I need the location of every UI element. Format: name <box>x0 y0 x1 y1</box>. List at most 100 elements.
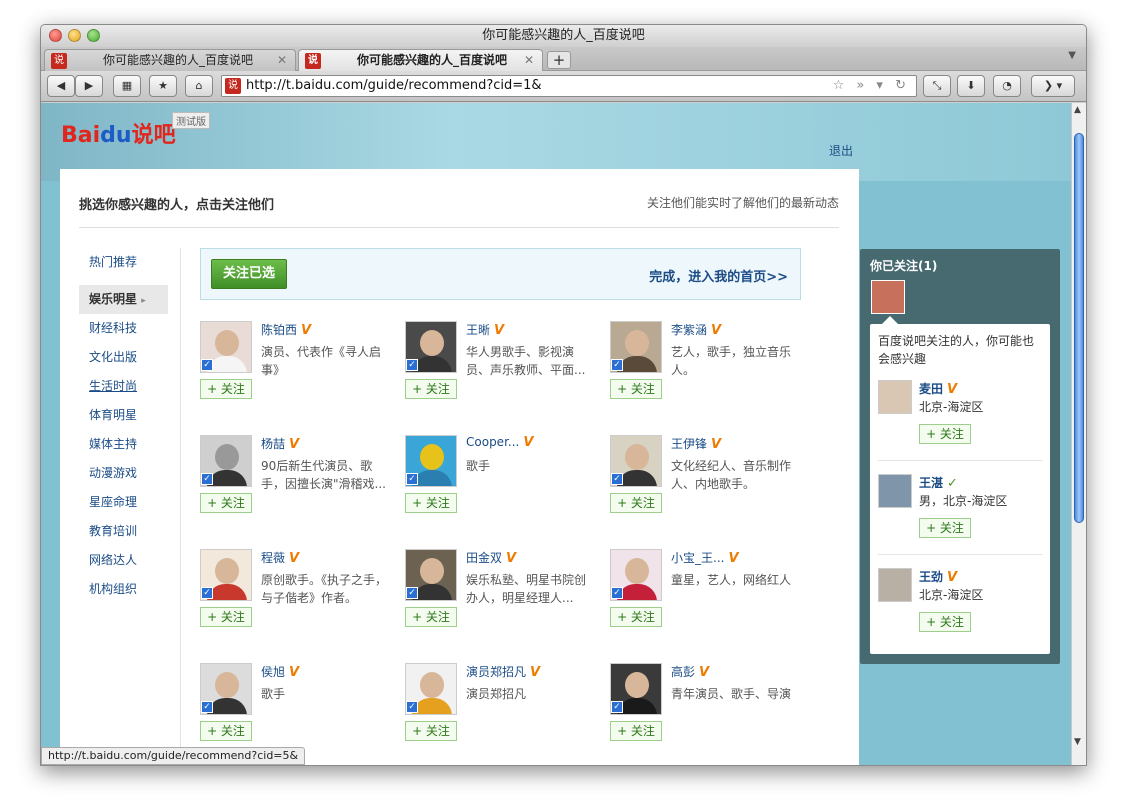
done-link[interactable]: 完成，进入我的首页>> <box>649 266 788 285</box>
person-name[interactable]: 侯旭 V <box>261 663 299 680</box>
user-name[interactable]: 麦田 V <box>919 380 957 397</box>
scroll-up-icon[interactable]: ▲ <box>1074 105 1081 115</box>
checkbox-icon[interactable]: ✓ <box>201 587 213 599</box>
scrollbar-thumb[interactable] <box>1074 133 1084 523</box>
verified-icon: V <box>728 551 739 566</box>
scroll-down-icon[interactable]: ▼ <box>1074 737 1081 747</box>
vertical-scrollbar[interactable]: ▲ ▼ <box>1071 103 1086 765</box>
checkbox-icon[interactable]: ✓ <box>611 359 623 371</box>
bookmarks-icon[interactable]: ★ <box>149 75 177 97</box>
logout-link[interactable]: 退出 <box>829 142 853 159</box>
person-name[interactable]: 王伊锋 V <box>671 435 721 452</box>
followed-avatar[interactable] <box>871 280 905 314</box>
category-lifestyle[interactable]: 生活时尚 <box>79 372 180 401</box>
checkbox-icon[interactable]: ✓ <box>201 359 213 371</box>
category-entertainment[interactable]: 娱乐明星 ▸ <box>79 285 168 314</box>
person-desc: 歌手 <box>466 459 491 473</box>
checkbox-icon[interactable]: ✓ <box>406 359 418 371</box>
category-education[interactable]: 教育培训 <box>79 517 180 546</box>
category-astrology[interactable]: 星座命理 <box>79 488 180 517</box>
chevron-right-icon: ▸ <box>141 296 146 306</box>
follow-button[interactable]: + 关注 <box>610 493 662 513</box>
tab-close-icon[interactable]: ✕ <box>277 50 287 70</box>
follow-button[interactable]: + 关注 <box>919 612 971 632</box>
tab-2[interactable]: 说 你可能感兴趣的人_百度说吧 ✕ <box>298 49 543 71</box>
category-internet[interactable]: 网络达人 <box>79 546 180 575</box>
minimize-window-button[interactable] <box>68 29 81 42</box>
logo-suffix: 说吧 <box>131 123 176 148</box>
follow-button[interactable]: + 关注 <box>919 518 971 538</box>
checkbox-icon[interactable]: ✓ <box>406 587 418 599</box>
rss-icon[interactable]: ◔ <box>993 75 1021 97</box>
close-window-button[interactable] <box>49 29 62 42</box>
checkbox-icon[interactable]: ✓ <box>611 473 623 485</box>
baidu-shuoba-logo[interactable]: Baidu说吧 <box>61 117 176 149</box>
new-tab-button[interactable]: + <box>547 51 571 69</box>
suggested-user: 麦田 V 北京-海淀区 + 关注 <box>878 380 1043 470</box>
zoom-window-button[interactable] <box>87 29 100 42</box>
category-anime-games[interactable]: 动漫游戏 <box>79 459 180 488</box>
download-icon[interactable]: ⬇ <box>957 75 985 97</box>
person-name[interactable]: Cooper... V <box>466 435 533 450</box>
follow-button[interactable]: + 关注 <box>610 721 662 741</box>
follow-selected-button[interactable]: 关注已选 <box>211 259 287 289</box>
follow-button[interactable]: + 关注 <box>610 607 662 627</box>
person-name[interactable]: 高彭 V <box>671 663 709 680</box>
home-icon[interactable]: ⌂ <box>185 75 213 97</box>
person-card: ✓ 王晰 V 华人男歌手、影视演员、声乐教师、平面... + 关注 <box>405 321 600 421</box>
avatar[interactable] <box>878 474 912 508</box>
back-icon[interactable]: ◀ <box>47 75 75 97</box>
person-name[interactable]: 李紫涵 V <box>671 321 721 338</box>
checkbox-icon[interactable]: ✓ <box>406 701 418 713</box>
window-controls <box>49 29 100 42</box>
more-tools-icon[interactable]: ❯ ▾ <box>1031 75 1075 97</box>
address-bar-icons[interactable]: ☆ » ▾ ↻ <box>833 76 910 96</box>
category-finance-tech[interactable]: 财经科技 <box>79 314 180 343</box>
follow-button[interactable]: + 关注 <box>405 607 457 627</box>
logo-text: Bai <box>61 123 101 148</box>
follow-button[interactable]: + 关注 <box>405 493 457 513</box>
avatar[interactable] <box>878 568 912 602</box>
category-menu: 热门推荐 娱乐明星 ▸ 财经科技 文化出版 生活时尚 体育明星 媒体主持 动漫游… <box>79 248 181 765</box>
user-name[interactable]: 王湛 ✓ <box>919 474 958 491</box>
category-organizations[interactable]: 机构组织 <box>79 575 180 604</box>
person-name[interactable]: 田金双 V <box>466 549 516 566</box>
category-media[interactable]: 媒体主持 <box>79 430 180 459</box>
follow-button[interactable]: + 关注 <box>919 424 971 444</box>
category-culture[interactable]: 文化出版 <box>79 343 180 372</box>
person-name[interactable]: 杨喆 V <box>261 435 299 452</box>
person-name[interactable]: 王晰 V <box>466 321 504 338</box>
follow-button[interactable]: + 关注 <box>200 379 252 399</box>
user-name[interactable]: 王劲 V <box>919 568 957 585</box>
checkbox-icon[interactable]: ✓ <box>406 473 418 485</box>
checkbox-icon[interactable]: ✓ <box>201 473 213 485</box>
follow-button[interactable]: + 关注 <box>610 379 662 399</box>
category-sports[interactable]: 体育明星 <box>79 401 180 430</box>
top-sites-icon[interactable]: ▦ <box>113 75 141 97</box>
divider <box>878 554 1043 555</box>
checkbox-icon[interactable]: ✓ <box>611 701 623 713</box>
forward-icon[interactable]: ▶ <box>75 75 103 97</box>
tab-close-icon[interactable]: ✕ <box>524 50 534 70</box>
follow-button[interactable]: + 关注 <box>405 379 457 399</box>
avatar[interactable] <box>878 380 912 414</box>
follow-button[interactable]: + 关注 <box>200 721 252 741</box>
person-card: ✓ 田金双 V 娱乐私塾、明星书院创办人，明星经理人... + 关注 <box>405 549 600 649</box>
checkbox-icon[interactable]: ✓ <box>611 587 623 599</box>
follow-button[interactable]: + 关注 <box>200 607 252 627</box>
checkbox-icon[interactable]: ✓ <box>201 701 213 713</box>
person-desc: 90后新生代演员、歌手，因擅长演"滑稽戏... <box>261 459 386 491</box>
follow-button[interactable]: + 关注 <box>405 721 457 741</box>
person-name[interactable]: 陈铂西 V <box>261 321 311 338</box>
address-bar[interactable]: 说 http://t.baidu.com/guide/recommend?cid… <box>221 75 917 97</box>
category-hot[interactable]: 热门推荐 <box>79 248 180 277</box>
follow-button[interactable]: + 关注 <box>200 493 252 513</box>
tab-1[interactable]: 说 你可能感兴趣的人_百度说吧 ✕ <box>44 49 296 71</box>
fullscreen-icon[interactable]: ⤡ <box>923 75 951 97</box>
person-name[interactable]: 小宝_王... V <box>671 549 739 566</box>
person-name[interactable]: 程薇 V <box>261 549 299 566</box>
person-name[interactable]: 演员郑招凡 V <box>466 663 540 680</box>
tab-menu-icon[interactable]: ▼ <box>1068 50 1076 61</box>
action-bar: 关注已选 完成，进入我的首页>> <box>200 248 801 300</box>
category-label: 娱乐明星 <box>89 292 138 306</box>
